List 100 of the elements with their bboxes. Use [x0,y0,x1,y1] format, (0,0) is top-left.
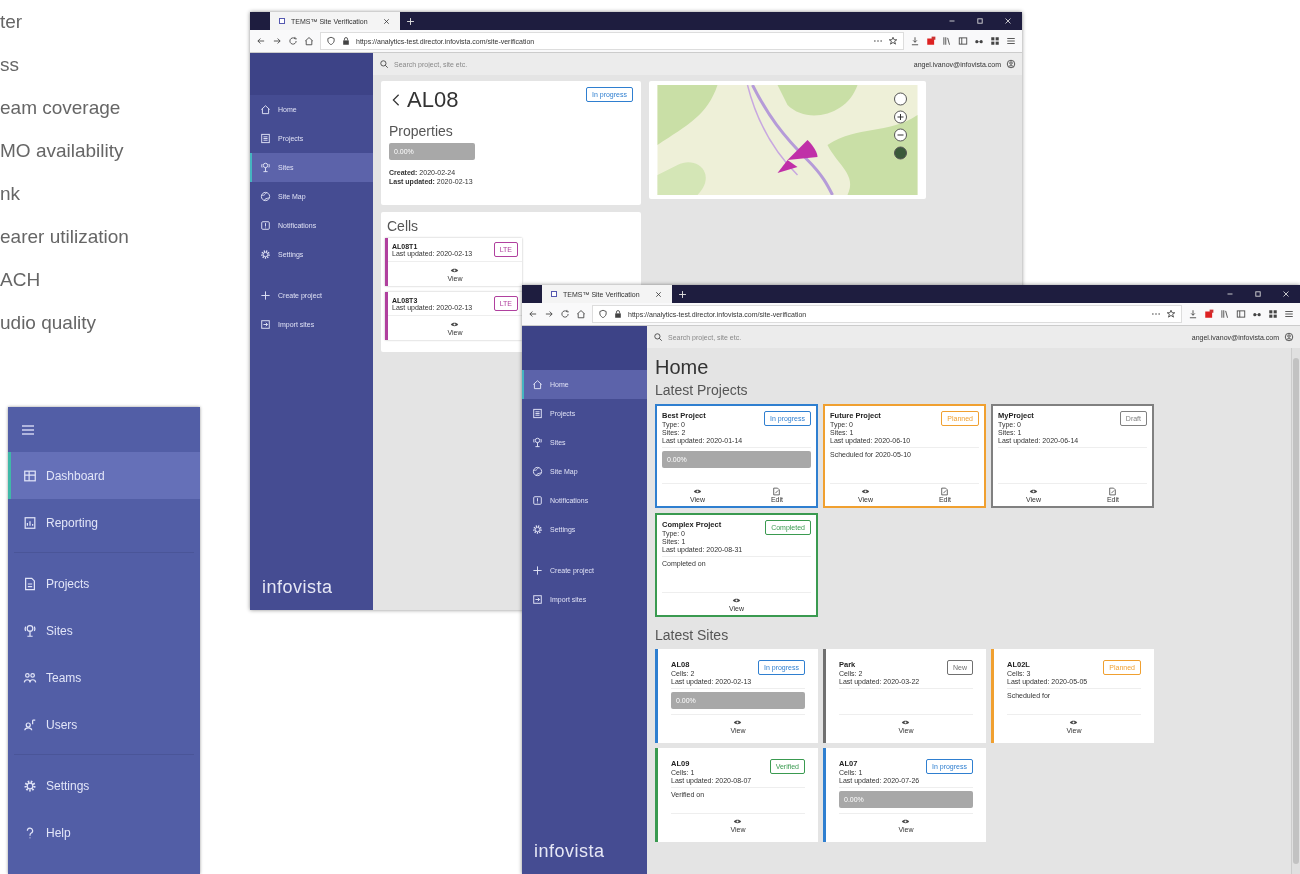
eye-icon [693,487,702,496]
list-icon [532,408,543,419]
site-title: AL08 [407,87,459,113]
scrollbar[interactable] [1291,348,1300,874]
alert-icon [260,220,271,231]
sidebar-item[interactable]: Users [8,701,200,748]
lock-icon [613,309,623,319]
search-icon [653,332,663,342]
close-icon[interactable] [382,16,391,26]
plus-icon [260,290,271,301]
sidebar-item[interactable]: Reporting [8,499,200,546]
star-icon[interactable] [1166,309,1176,319]
tower-icon [23,623,37,638]
search-icon [379,59,389,69]
logo: infovista [533,841,606,863]
feature-label: eam coverage [0,96,122,120]
library-icon[interactable] [942,36,952,46]
document-icon [23,576,37,591]
plus-icon [532,565,543,576]
sidebar-item[interactable]: Settings [8,762,200,809]
back-arrow-icon[interactable] [256,36,266,46]
home-icon[interactable] [304,36,314,46]
eye-icon [733,718,743,727]
edit-icon [940,487,950,496]
feature-label: udio quality [0,311,98,335]
section-heading: Latest Projects [655,382,749,398]
feature-label: MO availability [0,139,125,163]
lock-icon [341,36,351,46]
back-arrow-icon[interactable] [528,309,538,319]
user-icon[interactable] [1284,332,1294,342]
menu-icon[interactable] [1284,309,1294,319]
page-icon [278,17,286,25]
eye-icon [901,817,911,826]
shield-icon [326,36,336,46]
user-icon[interactable] [1006,59,1016,69]
home-icon [260,104,271,115]
page-title: Home [655,356,710,379]
close-icon[interactable] [654,289,663,299]
gear-icon [532,524,543,535]
sidebar-icon[interactable] [1236,309,1246,319]
people-icon [23,670,37,685]
users-icon [23,717,37,732]
forward-arrow-icon[interactable] [544,309,554,319]
sidebar-item[interactable]: Dashboard [8,452,200,499]
eye-icon [732,596,741,605]
reload-icon[interactable] [560,309,570,319]
extension-icon[interactable] [1204,309,1214,319]
feature-label: earer utilization [0,225,129,249]
globe-icon [260,191,271,202]
gear-icon [23,778,37,793]
section-heading: Properties [389,123,454,139]
home-icon[interactable] [576,309,586,319]
feature-label: ss [0,53,20,77]
grid-icon[interactable] [990,36,1000,46]
close-icon[interactable] [1281,289,1291,299]
sidebar-item[interactable]: Projects [8,560,200,607]
tower-icon [260,162,271,173]
globe-icon [532,466,543,477]
sidebar-icon[interactable] [958,36,968,46]
close-icon[interactable] [1003,16,1013,26]
import-icon [532,594,543,605]
edit-icon [772,487,782,496]
feature-label: nk [0,182,22,206]
table-icon [23,468,37,483]
list-icon [260,133,271,144]
maximize-icon[interactable] [975,16,985,26]
extension-icon[interactable] [926,36,936,46]
alert-icon [532,495,543,506]
scrollbar-thumb[interactable] [1293,358,1299,864]
edit-icon [1108,487,1118,496]
maximize-icon[interactable] [1253,289,1263,299]
sidebar-item[interactable]: Sites [8,607,200,654]
download-icon[interactable] [1188,309,1198,319]
reload-icon[interactable] [288,36,298,46]
star-icon[interactable] [888,36,898,46]
gear-icon [260,249,271,260]
section-heading: Cells [387,218,420,234]
home-icon [532,379,543,390]
feature-label: ter [0,10,24,34]
eye-icon [450,266,460,275]
menu-icon[interactable] [1006,36,1016,46]
download-icon[interactable] [910,36,920,46]
grid-icon[interactable] [1268,309,1278,319]
sidebar-item[interactable]: Help [8,809,200,856]
eye-icon [861,487,870,496]
eye-icon [450,320,460,329]
eye-icon [733,817,743,826]
section-heading: Latest Sites [655,627,730,643]
feature-label: ACH [0,268,42,292]
plus-icon[interactable] [405,15,416,27]
eye-icon [1029,487,1038,496]
logo: infovista [261,577,334,599]
import-icon [260,319,271,330]
plus-icon[interactable] [677,288,688,300]
forward-arrow-icon[interactable] [272,36,282,46]
sidebar-item[interactable]: Teams [8,654,200,701]
page-icon [550,290,558,298]
library-icon[interactable] [1220,309,1230,319]
shield-icon [598,309,608,319]
tower-icon [532,437,543,448]
